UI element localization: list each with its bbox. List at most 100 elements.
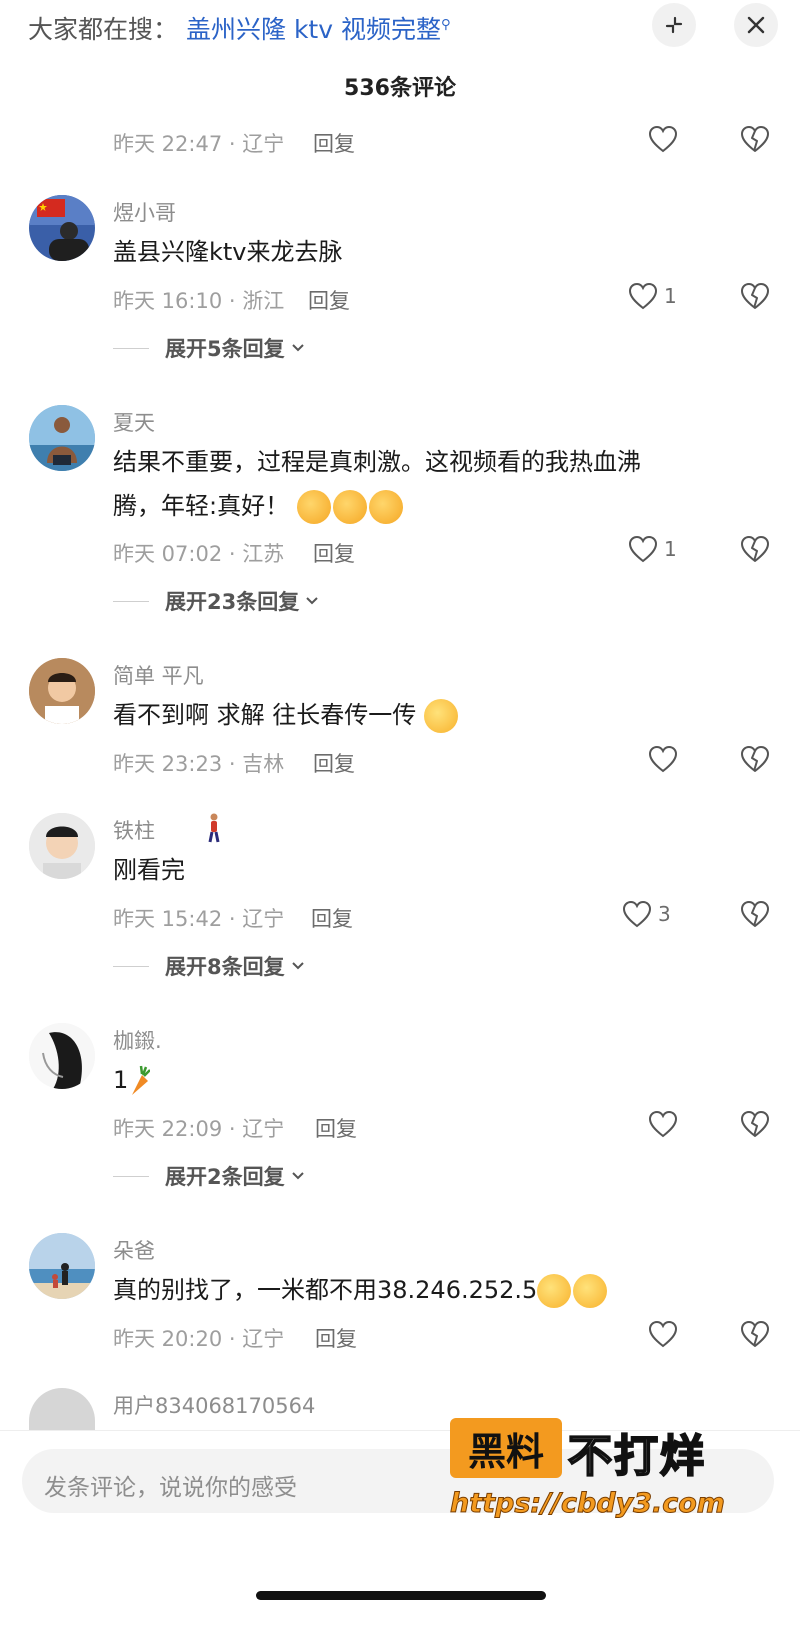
dislike-button[interactable] bbox=[740, 1110, 770, 1142]
avatar-image bbox=[29, 813, 95, 879]
comment-text: 真的别找了，一米都不用38.246.252.5 bbox=[113, 1269, 713, 1312]
melting-face-emoji-icon bbox=[537, 1274, 572, 1308]
reply-button[interactable]: 回复 bbox=[313, 748, 355, 778]
close-button[interactable] bbox=[734, 3, 778, 47]
broken-heart-icon bbox=[741, 1321, 769, 1347]
search-icon: ⚲ bbox=[440, 17, 451, 33]
like-button[interactable]: 1 bbox=[628, 535, 677, 563]
avatar[interactable] bbox=[29, 1023, 95, 1089]
avatar-image bbox=[29, 405, 95, 471]
comment-username[interactable]: 煜小哥 bbox=[113, 197, 176, 227]
dislike-button[interactable] bbox=[740, 282, 770, 314]
comment-text: 盖县兴隆ktv来龙去脉 bbox=[113, 238, 343, 266]
reply-button[interactable]: 回复 bbox=[313, 128, 355, 158]
watermark-box: 黑料 bbox=[450, 1418, 562, 1478]
comment-meta: 昨天 15:42 · 辽宁 bbox=[113, 907, 285, 931]
emoji-icon bbox=[368, 490, 403, 524]
like-button[interactable] bbox=[648, 745, 678, 773]
search-suggestion-link[interactable]: 盖州兴隆 ktv 视频完整⚲ bbox=[186, 10, 451, 46]
heart-icon bbox=[622, 900, 652, 928]
like-count: 1 bbox=[664, 284, 677, 308]
comment-meta: 昨天 23:23 · 吉林 bbox=[113, 752, 285, 776]
expand-replies-label: 展开2条回复 bbox=[165, 1165, 285, 1189]
like-button[interactable] bbox=[648, 125, 678, 153]
heart-icon bbox=[628, 535, 658, 563]
home-indicator bbox=[256, 1591, 546, 1600]
expand-replies-label: 展开5条回复 bbox=[165, 337, 285, 361]
dislike-button[interactable] bbox=[740, 535, 770, 567]
expand-divider bbox=[113, 347, 149, 349]
comment-username[interactable]: 枷鎩. bbox=[113, 1025, 162, 1055]
reply-button[interactable]: 回复 bbox=[308, 285, 350, 315]
heart-icon bbox=[648, 1110, 678, 1138]
broken-heart-icon bbox=[741, 126, 769, 152]
expand-replies-button[interactable]: 展开5条回复 bbox=[113, 333, 305, 363]
expand-divider bbox=[113, 600, 149, 602]
comment-input-placeholder: 发条评论，说说你的感受 bbox=[44, 1475, 297, 1501]
chevron-down-icon bbox=[291, 1172, 304, 1180]
like-button[interactable] bbox=[648, 1110, 678, 1138]
comment-text-line2: 腾，年轻:真好！ bbox=[113, 485, 713, 528]
avatar-image bbox=[29, 658, 95, 724]
dislike-button[interactable] bbox=[740, 900, 770, 932]
expand-divider bbox=[113, 965, 149, 967]
comment-username[interactable]: 用户834068170564 bbox=[113, 1390, 315, 1420]
broken-heart-icon bbox=[741, 1111, 769, 1137]
avatar-image bbox=[29, 195, 95, 261]
dislike-button[interactable] bbox=[740, 745, 770, 777]
comment-meta: 昨天 16:10 · 浙江 bbox=[113, 289, 285, 313]
close-icon bbox=[747, 16, 765, 34]
comment-count-title: 536条评论 bbox=[344, 76, 456, 101]
walking-person-icon bbox=[208, 813, 220, 843]
avatar[interactable] bbox=[29, 195, 95, 261]
comment-text: 1 bbox=[113, 1059, 713, 1102]
avatar[interactable] bbox=[29, 1233, 95, 1299]
heart-icon bbox=[648, 125, 678, 153]
heart-icon bbox=[648, 745, 678, 773]
watermark-logo: 黑料 不打烊 https://cbdy3.com bbox=[450, 1418, 780, 1538]
broken-heart-icon bbox=[741, 536, 769, 562]
search-prefix: 大家都在搜： bbox=[28, 15, 179, 44]
dislike-button[interactable] bbox=[740, 1320, 770, 1352]
chevron-down-icon bbox=[306, 597, 318, 605]
avatar[interactable] bbox=[29, 658, 95, 724]
like-button[interactable] bbox=[648, 1320, 678, 1348]
reply-button[interactable]: 回复 bbox=[313, 538, 355, 568]
watermark-url: https://cbdy3.com bbox=[450, 1488, 726, 1520]
like-button[interactable]: 1 bbox=[628, 282, 677, 310]
expand-replies-button[interactable]: 展开8条回复 bbox=[113, 951, 305, 981]
avatar-image bbox=[29, 1233, 95, 1299]
heart-icon bbox=[628, 282, 658, 310]
carrot-emoji-icon bbox=[132, 1065, 151, 1095]
comment-username[interactable]: 夏天 bbox=[113, 407, 155, 437]
avatar[interactable] bbox=[29, 1388, 95, 1430]
reply-button[interactable]: 回复 bbox=[315, 1323, 357, 1353]
expand-divider bbox=[113, 1175, 149, 1177]
grimace-sweat-emoji-icon bbox=[573, 1274, 608, 1308]
chevron-down-icon bbox=[291, 962, 304, 970]
heart-icon bbox=[648, 1320, 678, 1348]
avatar[interactable] bbox=[29, 405, 95, 471]
expand-replies-button[interactable]: 展开2条回复 bbox=[113, 1161, 305, 1191]
emoji-icon bbox=[296, 490, 331, 524]
comment-username[interactable]: 铁柱 bbox=[113, 815, 155, 845]
comment-username[interactable]: 简单 平凡 bbox=[113, 660, 204, 690]
expand-replies-label: 展开8条回复 bbox=[165, 955, 285, 979]
avatar-image bbox=[29, 1023, 95, 1089]
like-count: 3 bbox=[658, 902, 671, 926]
like-count: 1 bbox=[664, 537, 677, 561]
reply-button[interactable]: 回复 bbox=[315, 1113, 357, 1143]
like-button[interactable]: 3 bbox=[622, 900, 671, 928]
reply-button[interactable]: 回复 bbox=[311, 903, 353, 933]
expand-replies-label: 展开23条回复 bbox=[165, 590, 300, 614]
avatar[interactable] bbox=[29, 813, 95, 879]
comment-meta: 昨天 22:47 · 辽宁 bbox=[113, 132, 285, 156]
comment-text: 看不到啊 求解 往长春传一传 bbox=[113, 694, 713, 737]
expand-replies-button[interactable]: 展开23条回复 bbox=[113, 586, 319, 616]
comment-username[interactable]: 朵爸 bbox=[113, 1235, 155, 1265]
broken-heart-icon bbox=[741, 283, 769, 309]
watermark-text: 不打烊 bbox=[567, 1430, 706, 1483]
dislike-button[interactable] bbox=[740, 125, 770, 157]
collapse-button[interactable] bbox=[652, 3, 696, 47]
top-search-bar: 大家都在搜： 盖州兴隆 ktv 视频完整⚲ bbox=[0, 0, 800, 52]
